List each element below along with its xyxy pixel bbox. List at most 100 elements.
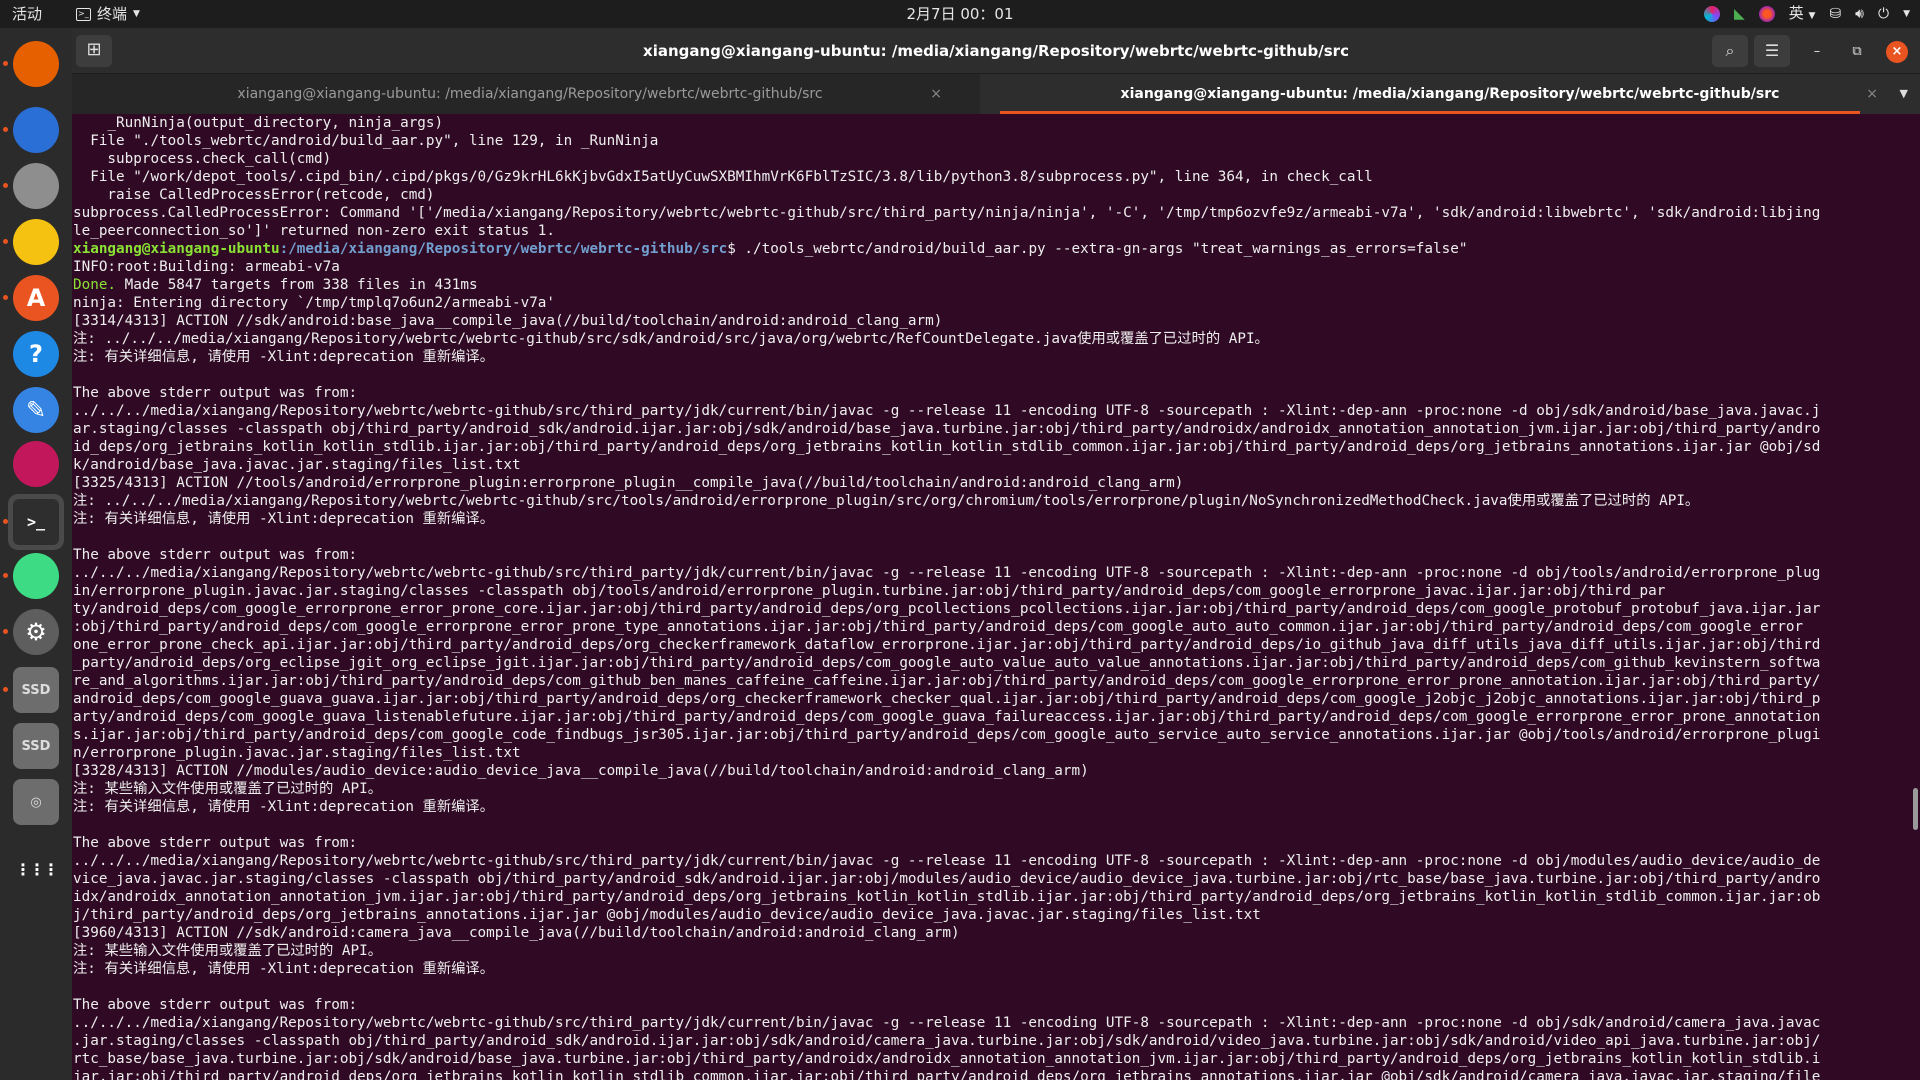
dock-item-ssd-drive[interactable]: SSD	[8, 662, 64, 718]
terminal-line: k/android/base_java.javac.jar.staging/fi…	[73, 457, 521, 473]
terminal-line: ty/android_deps/com_google_errorprone_er…	[73, 601, 1821, 617]
app-tray-icon[interactable]	[1758, 6, 1775, 22]
terminal-output[interactable]: _RunNinja(output_directory, ninja_args) …	[72, 114, 1912, 1080]
close-icon: ×	[1891, 44, 1903, 59]
firefox-icon	[13, 41, 59, 87]
terminal-line: xiangang@xiangang-ubuntu:/media/xiangang…	[73, 240, 1912, 258]
close-button[interactable]: ×	[1886, 41, 1908, 63]
nvidia-tray-icon[interactable]: ◣	[1734, 0, 1745, 28]
terminal-line: id_deps/org_jetbrains_kotlin_kotlin_stdl…	[73, 439, 1821, 455]
terminal-line: _party/android_deps/org_eclipse_jgit_org…	[73, 655, 1821, 671]
running-indicator	[3, 61, 8, 66]
rhythmbox-icon	[13, 219, 59, 265]
terminal-line: one_error_prone_check_api.ijar.jar:obj/t…	[73, 637, 1821, 653]
running-indicator	[3, 687, 8, 692]
terminal-line: Done. Made 5847 targets from 338 files i…	[73, 276, 1912, 294]
dock-item-terminal[interactable]: >_	[8, 494, 64, 550]
ssd-drive-icon: SSD	[13, 667, 59, 713]
dock-item-text-editor[interactable]: ✎	[8, 382, 64, 438]
running-indicator	[3, 295, 8, 300]
dock-item-settings[interactable]: ⚙	[8, 604, 64, 660]
terminal-line: ../../../media/xiangang/Repository/webrt…	[73, 853, 1821, 869]
terminal-scrollbar[interactable]	[1913, 788, 1918, 830]
terminal-line: raise CalledProcessError(retcode, cmd)	[73, 187, 435, 203]
optical-drive-icon: ◎	[13, 779, 59, 825]
chevron-down-icon: ▼	[133, 9, 140, 19]
terminal-line: The above stderr output was from:	[73, 385, 358, 401]
chevron-down-icon[interactable]: ▼	[1903, 0, 1910, 28]
terminal-line: 注: 有关详细信息, 请使用 -Xlint:deprecation 重新编译。	[73, 799, 495, 815]
tab-list-dropdown[interactable]: ▼	[1900, 74, 1908, 114]
color-picker-tray-icon[interactable]	[1703, 6, 1720, 22]
dock-item-rhythmbox[interactable]	[8, 214, 64, 270]
dock-item-thunderbird[interactable]	[8, 102, 64, 158]
new-tab-button[interactable]: ⊞	[76, 35, 112, 67]
terminal-line: vice_java.javac.jar.staging/classes -cla…	[73, 871, 1821, 887]
terminal-window: ⊞ xiangang@xiangang-ubuntu: /media/xiang…	[72, 28, 1920, 1080]
activities-button[interactable]: 活动	[12, 0, 42, 28]
terminal-line: File "./tools_webrtc/android/build_aar.p…	[73, 133, 659, 149]
network-icon[interactable]: ⛁	[1829, 0, 1841, 28]
settings-icon: ⚙	[13, 609, 59, 655]
dock-item-android-studio[interactable]	[8, 436, 64, 492]
dock-item-help[interactable]: ?	[8, 326, 64, 382]
dock: A? ✎ >_ ⚙ SSD SSD ◎ ⋮⋮⋮	[0, 28, 72, 1080]
terminal-line: 注: 有关详细信息, 请使用 -Xlint:deprecation 重新编译。	[73, 961, 495, 977]
terminal-line: ninja: Entering directory `/tmp/tmplq7o6…	[73, 295, 556, 311]
terminal-line: s.ijar.jar:obj/third_party/android_deps/…	[73, 727, 1821, 743]
tab-label: xiangang@xiangang-ubuntu: /media/xiangan…	[1120, 86, 1780, 102]
volume-icon[interactable]: 🔊︎	[1855, 0, 1864, 28]
clock[interactable]: 2月7日 00：01	[0, 0, 1920, 28]
window-title: xiangang@xiangang-ubuntu: /media/xiangan…	[643, 42, 1349, 60]
tab-label: xiangang@xiangang-ubuntu: /media/xiangan…	[237, 86, 823, 102]
ssd-drive-2-icon: SSD	[13, 723, 59, 769]
chevron-down-icon: ▼	[1808, 10, 1816, 21]
dock-item-ssd-drive-2[interactable]: SSD	[8, 718, 64, 774]
dock-item-optical-drive[interactable]: ◎	[8, 774, 64, 830]
tab-terminal-2[interactable]: xiangang@xiangang-ubuntu: /media/xiangan…	[980, 74, 1920, 114]
app-menu-label: 终端	[97, 5, 128, 23]
dock-item-firefox[interactable]	[8, 36, 64, 92]
power-icon[interactable]: ⏻	[1878, 0, 1889, 28]
running-indicator	[3, 127, 8, 132]
chevron-down-icon: ▼	[1899, 87, 1908, 100]
terminal-line: [3314/4313] ACTION //sdk/android:base_ja…	[73, 313, 943, 329]
terminal-line: [3328/4313] ACTION //modules/audio_devic…	[73, 763, 1089, 779]
terminal-line: 注: 有关详细信息, 请使用 -Xlint:deprecation 重新编译。	[73, 349, 495, 365]
terminal-line: arty/android_deps/com_google_guava_liste…	[73, 709, 1821, 725]
terminal-line: File "/work/depot_tools/.cipd_bin/.cipd/…	[73, 169, 1373, 185]
terminal-line: j/third_party/android_deps/org_jetbrains…	[73, 907, 1261, 923]
dock-item-files[interactable]	[8, 158, 64, 214]
terminal-line: ../../../media/xiangang/Repository/webrt…	[73, 565, 1821, 581]
dock-item-android-studio-app[interactable]	[8, 548, 64, 604]
terminal-app-icon: >_	[76, 7, 91, 21]
terminal-line: The above stderr output was from:	[73, 547, 358, 563]
terminal-line: ar.staging/classes -classpath obj/third_…	[73, 421, 1821, 437]
tab-bar: xiangang@xiangang-ubuntu: /media/xiangan…	[72, 74, 1920, 114]
terminal-line: 注: ../../../media/xiangang/Repository/we…	[73, 331, 1269, 347]
terminal-line: rtc_base/base_java.turbine.jar:obj/sdk/a…	[73, 1051, 1821, 1067]
menu-button[interactable]: ☰	[1754, 35, 1790, 67]
close-icon[interactable]: ×	[930, 74, 942, 114]
maximize-button[interactable]: ⧉	[1846, 41, 1868, 63]
app-menu[interactable]: >_ 终端 ▼	[76, 0, 140, 28]
terminal-line: 注: 某些输入文件使用或覆盖了已过时的 API。	[73, 781, 382, 797]
dock-item-app-center[interactable]: A	[8, 270, 64, 326]
android-studio-icon	[13, 441, 59, 487]
input-method-indicator[interactable]: 英 ▼	[1789, 0, 1816, 30]
minimize-button[interactable]: –	[1806, 41, 1828, 63]
terminal-line: _RunNinja(output_directory, ninja_args)	[73, 115, 444, 131]
done-label: Done.	[73, 277, 117, 293]
running-indicator	[3, 239, 8, 244]
tab-terminal-1[interactable]: xiangang@xiangang-ubuntu: /media/xiangan…	[76, 74, 984, 114]
search-icon: ⌕	[1725, 41, 1735, 60]
prompt-path: :/media/xiangang/Repository/webrtc/webrt…	[279, 241, 728, 257]
terminal-line: INFO:root:Building: armeabi-v7a	[73, 259, 340, 275]
close-icon[interactable]: ×	[1866, 74, 1878, 114]
search-button[interactable]: ⌕	[1712, 35, 1748, 67]
dock-item-show-apps[interactable]: ⋮⋮⋮	[8, 842, 64, 898]
